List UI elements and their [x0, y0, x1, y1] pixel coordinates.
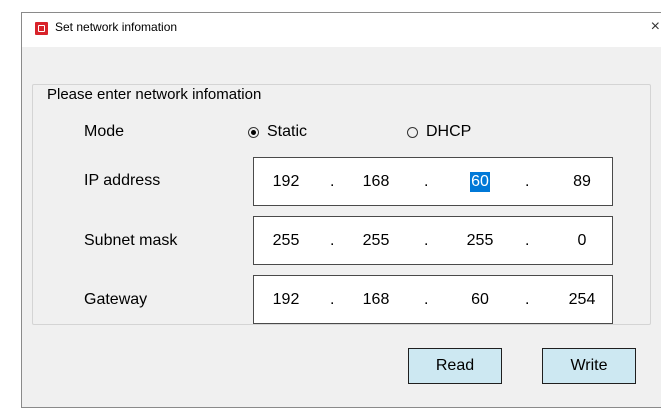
- gateway-label: Gateway: [84, 291, 148, 308]
- close-button[interactable]: ×: [651, 18, 660, 36]
- ip-octet-2[interactable]: 168: [356, 158, 396, 205]
- ip-octet-1[interactable]: 192: [266, 158, 306, 205]
- radio-dhcp-label: DHCP: [426, 123, 472, 140]
- ip-separator: .: [525, 290, 530, 308]
- subnet-mask-label: Subnet mask: [84, 232, 178, 249]
- subnet-octet-3[interactable]: 255: [460, 217, 500, 264]
- gateway-octet-3[interactable]: 60: [460, 276, 500, 323]
- ip-address-label: IP address: [84, 172, 161, 189]
- read-button[interactable]: Read: [408, 348, 502, 384]
- ip-separator: .: [424, 172, 429, 190]
- ip-separator: .: [330, 231, 335, 249]
- ip-separator: .: [525, 231, 530, 249]
- ip-address-field[interactable]: 192 . 168 . 60 . 89: [253, 157, 613, 206]
- radio-dhcp[interactable]: DHCP: [407, 123, 471, 141]
- gateway-octet-1[interactable]: 192: [266, 276, 306, 323]
- ip-separator: .: [525, 172, 530, 190]
- ip-separator: .: [424, 231, 429, 249]
- subnet-octet-1[interactable]: 255: [266, 217, 306, 264]
- title-bar: Set network infomation ×: [22, 13, 661, 47]
- subnet-octet-2[interactable]: 255: [356, 217, 396, 264]
- gateway-field[interactable]: 192 . 168 . 60 . 254: [253, 275, 613, 324]
- ip-octet-3[interactable]: 60: [460, 158, 500, 205]
- ip-octet-4[interactable]: 89: [562, 158, 602, 205]
- gateway-octet-4[interactable]: 254: [562, 276, 602, 323]
- ip-separator: .: [330, 172, 335, 190]
- selected-text: 60: [470, 171, 490, 192]
- mode-label: Mode: [84, 123, 125, 140]
- write-button[interactable]: Write: [542, 348, 636, 384]
- radio-dhcp-indicator[interactable]: [407, 126, 418, 138]
- group-title: Please enter network infomation: [44, 86, 265, 103]
- window-title: Set network infomation: [55, 20, 178, 34]
- gateway-octet-2[interactable]: 168: [356, 276, 396, 323]
- radio-static[interactable]: Static: [248, 123, 307, 141]
- app-icon: [35, 22, 48, 35]
- ip-separator: .: [330, 290, 335, 308]
- radio-static-indicator[interactable]: [248, 126, 259, 138]
- ip-separator: .: [424, 290, 429, 308]
- subnet-octet-4[interactable]: 0: [562, 217, 602, 264]
- subnet-mask-field[interactable]: 255 . 255 . 255 . 0: [253, 216, 613, 265]
- radio-static-label: Static: [267, 123, 308, 140]
